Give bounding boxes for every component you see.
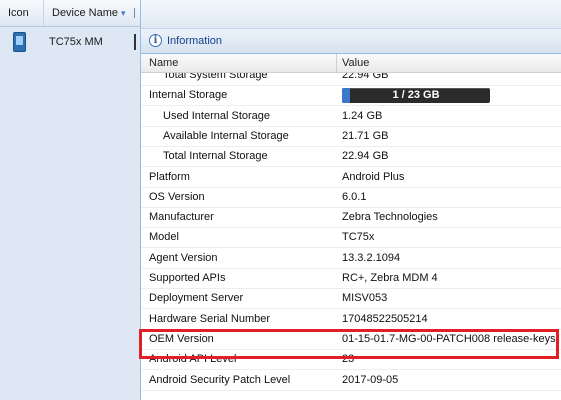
property-row[interactable]: Platform Android Plus <box>141 168 561 188</box>
column-resize-handle[interactable] <box>134 8 137 18</box>
property-row[interactable]: Hardware Serial Number 17048522505214 <box>141 310 561 330</box>
property-value: 22.94 GB <box>342 150 389 163</box>
property-name: Deployment Server <box>149 292 244 305</box>
property-row[interactable]: Manufacturer Zebra Technologies <box>141 208 561 229</box>
property-grid: Total System Storage 22.94 GB Internal Sto… <box>141 73 561 400</box>
property-name: Manufacturer <box>149 211 214 224</box>
property-name: Used Internal Storage <box>163 109 271 122</box>
info-icon: i <box>149 34 162 47</box>
property-name: Total Internal Storage <box>163 150 268 163</box>
property-name: Platform <box>149 170 190 183</box>
column-header-name[interactable]: Name <box>149 54 178 72</box>
property-value: Zebra Technologies <box>342 211 438 224</box>
device-list-header: Icon Device Name ▾ <box>0 0 140 27</box>
property-value: Android Plus <box>342 170 405 183</box>
property-value: 13.3.2.1094 <box>342 251 401 264</box>
property-name: Android Security Patch Level <box>149 373 291 386</box>
property-name: Model <box>149 231 179 244</box>
property-value: RC+, Zebra MDM 4 <box>342 272 438 284</box>
property-row[interactable]: Deployment Server MISV053 <box>141 289 561 310</box>
property-name: Available Internal Storage <box>163 129 289 142</box>
property-row[interactable]: OS Version 6.0.1 <box>141 188 561 208</box>
property-row[interactable]: Total System Storage 22.94 GB <box>141 73 561 86</box>
property-value: MISV053 <box>342 292 388 305</box>
device-name: TC75x MM <box>49 36 103 48</box>
property-value: 2017-09-05 <box>342 373 399 386</box>
property-row[interactable]: Available Internal Storage 21.71 GB <box>141 127 561 147</box>
property-name: Supported APIs <box>149 272 226 284</box>
storage-progress-bar: 1 / 23 GB <box>342 88 490 104</box>
grid-header: Name Value <box>141 54 561 73</box>
property-name: Agent Version <box>149 251 218 264</box>
property-value: 17048522505214 <box>342 312 428 325</box>
column-header-icon[interactable]: Icon <box>0 0 44 26</box>
property-value: 01-15-01.7-MG-00-PATCH008 release-keys <box>342 332 556 345</box>
property-name: Internal Storage <box>149 89 228 102</box>
column-header-device-name-label: Device Name <box>52 7 119 19</box>
column-header-value[interactable]: Value <box>342 54 369 72</box>
device-list-panel: Icon Device Name ▾ TC75x MM <box>0 0 141 400</box>
information-panel-header[interactable]: i Information <box>141 29 561 54</box>
property-row[interactable]: Android API Level 23 <box>141 350 561 371</box>
property-name: OS Version <box>149 190 205 203</box>
panel-title: Information <box>167 35 223 47</box>
column-divider <box>336 54 337 72</box>
property-row[interactable]: Android Security Patch Level 2017-09-05 <box>141 371 561 391</box>
property-value: 6.0.1 <box>342 190 367 203</box>
column-resize-handle[interactable] <box>134 34 138 50</box>
property-value: 23 <box>342 353 355 366</box>
property-name: OEM Version <box>149 332 214 345</box>
property-row[interactable]: Internal Storage 1 / 23 GB <box>141 86 561 107</box>
property-value: 21.71 GB <box>342 129 389 142</box>
property-value: 22.94 GB <box>342 73 389 81</box>
column-header-device-name[interactable]: Device Name ▾ <box>44 0 140 26</box>
property-value: TC75x <box>342 231 375 244</box>
toolbar <box>141 0 561 29</box>
property-name: Android API Level <box>149 353 237 366</box>
property-row[interactable]: Supported APIs RC+, Zebra MDM 4 <box>141 269 561 289</box>
property-row[interactable]: OEM Version 01-15-01.7-MG-00-PATCH008 rel… <box>141 330 561 350</box>
property-row[interactable]: Total Internal Storage 22.94 GB <box>141 147 561 168</box>
property-row[interactable]: Model TC75x <box>141 228 561 249</box>
property-row[interactable]: Agent Version 13.3.2.1094 <box>141 249 561 269</box>
device-row[interactable]: TC75x MM <box>0 30 140 54</box>
mobile-device-icon <box>13 32 26 52</box>
property-row[interactable]: Used Internal Storage 1.24 GB <box>141 107 561 127</box>
sort-arrow-icon[interactable]: ▾ <box>121 8 126 18</box>
storage-progress-label: 1 / 23 GB <box>392 89 440 102</box>
property-value: 1.24 GB <box>342 109 383 122</box>
property-name: Total System Storage <box>163 73 268 81</box>
property-name: Hardware Serial Number <box>149 312 271 325</box>
